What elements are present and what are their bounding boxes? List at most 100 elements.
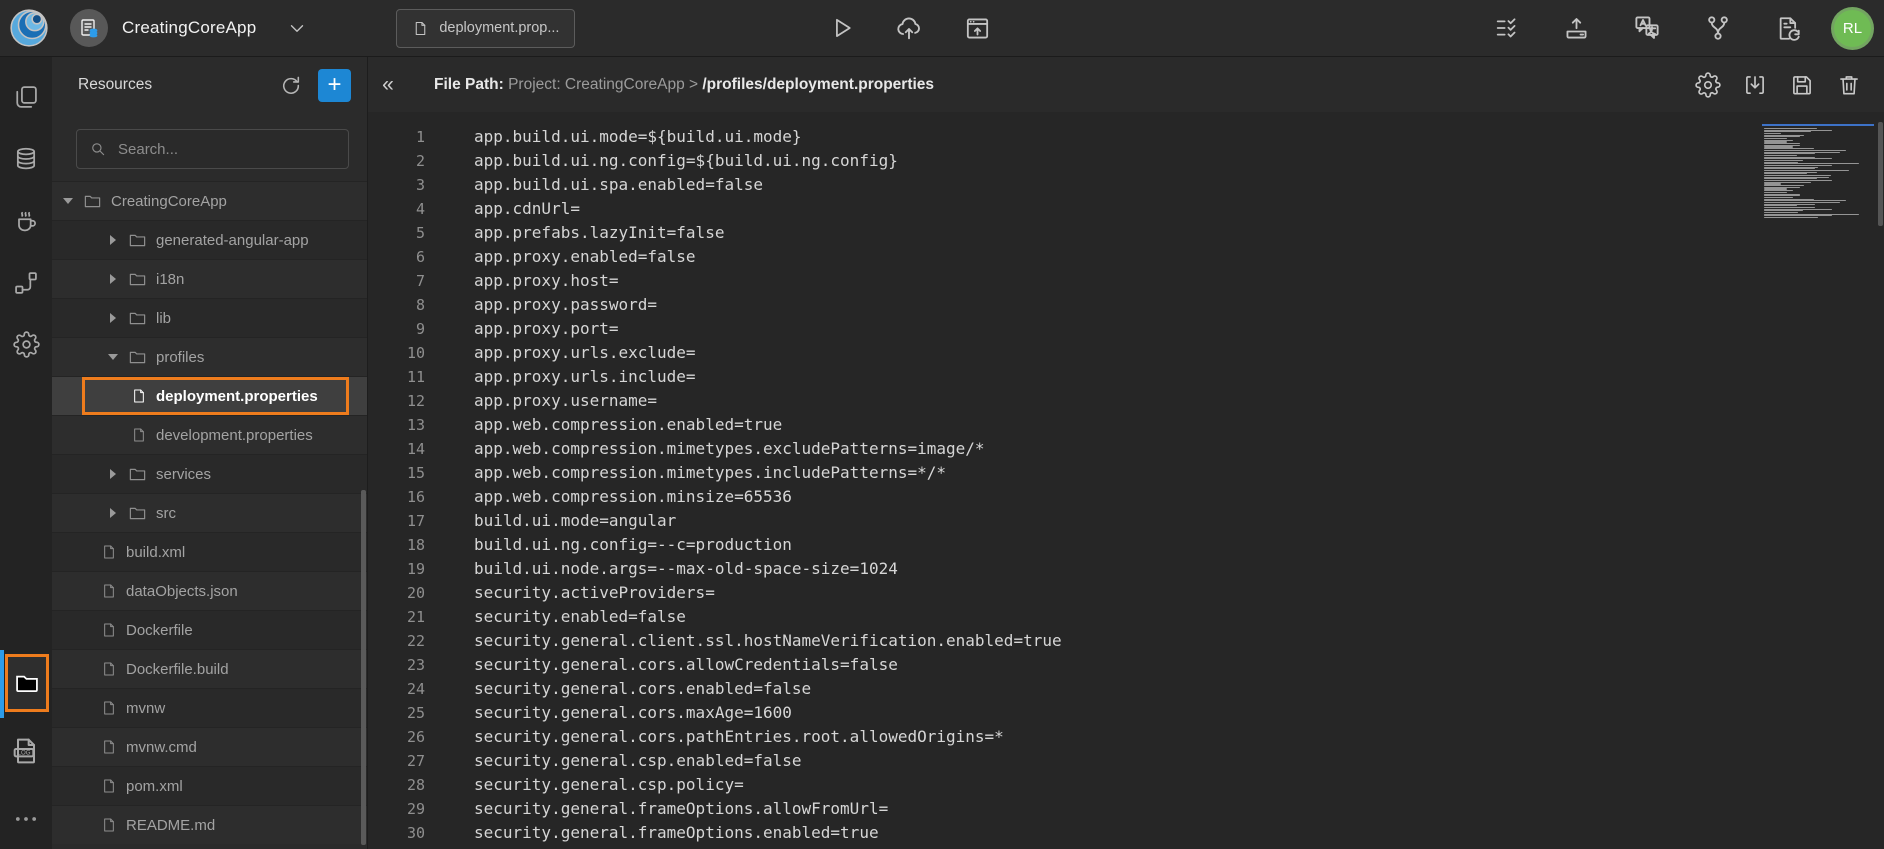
code-line[interactable]: 26security.general.cors.pathEntries.root… bbox=[368, 725, 1884, 749]
line-text[interactable]: build.ui.ng.config=--c=production bbox=[425, 533, 792, 557]
user-avatar[interactable]: RL bbox=[1831, 7, 1874, 50]
line-text[interactable]: app.web.compression.mimetypes.includePat… bbox=[425, 461, 946, 485]
code-line[interactable]: 22security.general.client.ssl.hostNameVe… bbox=[368, 629, 1884, 653]
caret-down-icon[interactable] bbox=[108, 354, 118, 360]
code-line[interactable]: 14app.web.compression.mimetypes.excludeP… bbox=[368, 437, 1884, 461]
tree-item-generated-angular-app[interactable]: generated-angular-app bbox=[52, 220, 367, 259]
line-text[interactable]: app.build.ui.ng.config=${build.ui.ng.con… bbox=[425, 149, 898, 173]
line-text[interactable]: app.proxy.urls.include= bbox=[425, 365, 696, 389]
settings-gear-icon[interactable] bbox=[13, 331, 40, 358]
refresh-icon[interactable] bbox=[278, 73, 303, 98]
search-input[interactable] bbox=[116, 140, 320, 159]
project-sync-icon[interactable] bbox=[1774, 14, 1803, 43]
tree-item-README.md[interactable]: README.md bbox=[52, 805, 367, 844]
open-file-tab[interactable]: deployment.prop... bbox=[396, 9, 575, 48]
caret-right-icon[interactable] bbox=[110, 469, 116, 479]
code-line[interactable]: 20security.activeProviders= bbox=[368, 581, 1884, 605]
code-line[interactable]: 2app.build.ui.ng.config=${build.ui.ng.co… bbox=[368, 149, 1884, 173]
api-flow-icon[interactable] bbox=[12, 269, 40, 297]
code-line[interactable]: 17build.ui.mode=angular bbox=[368, 509, 1884, 533]
delete-file-icon[interactable] bbox=[1836, 72, 1862, 98]
caret-down-icon[interactable] bbox=[63, 198, 73, 204]
database-icon[interactable] bbox=[12, 145, 40, 173]
minimap[interactable] bbox=[1762, 124, 1874, 220]
code-line[interactable]: 5app.prefabs.lazyInit=false bbox=[368, 221, 1884, 245]
line-text[interactable]: security.general.frameOptions.enabled=tr… bbox=[425, 821, 879, 845]
editor-scrollbar-thumb[interactable] bbox=[1878, 122, 1883, 226]
line-text[interactable]: build.ui.mode=angular bbox=[425, 509, 676, 533]
tree-item-profiles[interactable]: profiles bbox=[52, 337, 367, 376]
caret-right-icon[interactable] bbox=[110, 235, 116, 245]
line-text[interactable]: security.activeProviders= bbox=[425, 581, 715, 605]
tree-item-development.properties[interactable]: development.properties bbox=[52, 415, 367, 454]
wavemaker-logo-icon[interactable] bbox=[8, 7, 50, 49]
line-text[interactable]: app.cdnUrl= bbox=[425, 197, 580, 221]
line-text[interactable]: security.enabled=false bbox=[425, 605, 686, 629]
line-text[interactable]: app.proxy.enabled=false bbox=[425, 245, 696, 269]
line-text[interactable]: security.general.csp.enabled=false bbox=[425, 749, 802, 773]
tree-item-mvnw.cmd[interactable]: mvnw.cmd bbox=[52, 727, 367, 766]
code-lines[interactable]: 1app.build.ui.mode=${build.ui.mode}2app.… bbox=[368, 112, 1884, 845]
line-text[interactable]: security.general.csp.policy= bbox=[425, 773, 744, 797]
code-line[interactable]: 24security.general.cors.enabled=false bbox=[368, 677, 1884, 701]
code-line[interactable]: 6app.proxy.enabled=false bbox=[368, 245, 1884, 269]
line-text[interactable]: app.proxy.port= bbox=[425, 317, 619, 341]
code-line[interactable]: 15app.web.compression.mimetypes.includeP… bbox=[368, 461, 1884, 485]
tree-item-CreatingCoreApp[interactable]: CreatingCoreApp bbox=[52, 181, 367, 220]
code-line[interactable]: 10app.proxy.urls.exclude= bbox=[368, 341, 1884, 365]
tree-item-i18n[interactable]: i18n bbox=[52, 259, 367, 298]
line-text[interactable]: security.general.frameOptions.allowFromU… bbox=[425, 797, 888, 821]
localization-icon[interactable] bbox=[1632, 13, 1662, 43]
code-line[interactable]: 23security.general.cors.allowCredentials… bbox=[368, 653, 1884, 677]
tree-item-pom.xml[interactable]: pom.xml bbox=[52, 766, 367, 805]
code-line[interactable]: 4app.cdnUrl= bbox=[368, 197, 1884, 221]
caret-right-icon[interactable] bbox=[110, 274, 116, 284]
code-line[interactable]: 9app.proxy.port= bbox=[368, 317, 1884, 341]
line-text[interactable]: app.proxy.password= bbox=[425, 293, 657, 317]
code-line[interactable]: 12app.proxy.username= bbox=[368, 389, 1884, 413]
tree-item-mvnw[interactable]: mvnw bbox=[52, 688, 367, 727]
java-service-icon[interactable] bbox=[12, 207, 40, 235]
tree-item-dataObjects.json[interactable]: dataObjects.json bbox=[52, 571, 367, 610]
project-avatar-icon[interactable] bbox=[70, 9, 108, 47]
code-line[interactable]: 25security.general.cors.maxAge=1600 bbox=[368, 701, 1884, 725]
more-options-icon[interactable] bbox=[12, 805, 40, 833]
code-line[interactable]: 8app.proxy.password= bbox=[368, 293, 1884, 317]
download-file-icon[interactable] bbox=[1742, 72, 1768, 98]
line-text[interactable]: app.build.ui.mode=${build.ui.mode} bbox=[425, 125, 802, 149]
panel-scrollbar-thumb[interactable] bbox=[361, 490, 366, 845]
code-line[interactable]: 16app.web.compression.minsize=65536 bbox=[368, 485, 1884, 509]
resource-search[interactable] bbox=[76, 129, 349, 169]
line-text[interactable]: security.general.client.ssl.hostNameVeri… bbox=[425, 629, 1062, 653]
add-resource-button[interactable]: + bbox=[318, 69, 351, 102]
line-text[interactable]: security.general.cors.enabled=false bbox=[425, 677, 811, 701]
line-text[interactable]: app.build.ui.spa.enabled=false bbox=[425, 173, 763, 197]
line-text[interactable]: app.web.compression.mimetypes.excludePat… bbox=[425, 437, 985, 461]
tree-item-build.xml[interactable]: build.xml bbox=[52, 532, 367, 571]
tree-item-deployment.properties[interactable]: deployment.properties bbox=[52, 376, 367, 415]
version-control-icon[interactable] bbox=[1703, 13, 1733, 43]
project-name[interactable]: CreatingCoreApp bbox=[122, 18, 256, 38]
deploy-cloud-upload-icon[interactable] bbox=[894, 13, 924, 43]
code-line[interactable]: 13app.web.compression.enabled=true bbox=[368, 413, 1884, 437]
save-file-icon[interactable] bbox=[1789, 72, 1815, 98]
line-text[interactable]: app.prefabs.lazyInit=false bbox=[425, 221, 724, 245]
editor-settings-gear-icon[interactable] bbox=[1695, 72, 1721, 98]
code-line[interactable]: 3app.build.ui.spa.enabled=false bbox=[368, 173, 1884, 197]
code-line[interactable]: 1app.build.ui.mode=${build.ui.mode} bbox=[368, 125, 1884, 149]
line-text[interactable]: security.general.cors.pathEntries.root.a… bbox=[425, 725, 1004, 749]
line-text[interactable]: app.proxy.username= bbox=[425, 389, 657, 413]
logs-icon[interactable]: LOG bbox=[10, 735, 42, 767]
line-text[interactable]: app.proxy.host= bbox=[425, 269, 619, 293]
caret-right-icon[interactable] bbox=[110, 313, 116, 323]
code-line[interactable]: 7app.proxy.host= bbox=[368, 269, 1884, 293]
pages-icon[interactable] bbox=[12, 83, 40, 111]
caret-right-icon[interactable] bbox=[110, 508, 116, 518]
publish-window-upload-icon[interactable] bbox=[963, 14, 992, 43]
line-text[interactable]: app.web.compression.enabled=true bbox=[425, 413, 782, 437]
tree-item-src[interactable]: src bbox=[52, 493, 367, 532]
code-line[interactable]: 21security.enabled=false bbox=[368, 605, 1884, 629]
line-text[interactable]: app.proxy.urls.exclude= bbox=[425, 341, 696, 365]
tree-item-services[interactable]: services bbox=[52, 454, 367, 493]
code-line[interactable]: 30security.general.frameOptions.enabled=… bbox=[368, 821, 1884, 845]
